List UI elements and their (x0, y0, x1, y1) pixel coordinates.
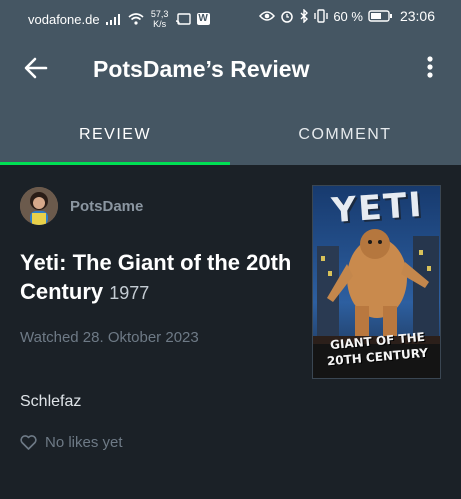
clock: 23:06 (399, 8, 435, 24)
status-bar: vodafone.de 57,3 K/s W 60 % 23:06 (0, 0, 461, 34)
battery-percent: 60 % (333, 8, 363, 24)
network-speed: 57,3 K/s (150, 9, 170, 29)
watched-date: Watched 28. Oktober 2023 (20, 329, 199, 346)
likes-row[interactable]: No likes yet (20, 434, 123, 451)
film-title[interactable]: Yeti: The Giant of the 20th Century (20, 250, 291, 304)
review-text: Schlefaz (20, 393, 82, 410)
heart-icon[interactable] (20, 435, 37, 450)
vibrate-icon (314, 9, 329, 23)
avatar-image (20, 187, 58, 225)
tab-comment[interactable]: COMMENT (230, 106, 460, 165)
cast-icon (175, 13, 191, 25)
signal-icon (105, 14, 120, 25)
film-title-block[interactable]: Yeti: The Giant of the 20th Century 1977 (20, 248, 295, 308)
status-bar-left: vodafone.de 57,3 K/s W (28, 9, 210, 29)
eye-icon (259, 11, 276, 21)
speed-unit: K/s (153, 19, 167, 29)
tab-bar: REVIEW COMMENT (0, 106, 461, 165)
wifi-icon (128, 13, 144, 25)
avatar[interactable] (20, 187, 58, 225)
status-bar-right: 60 % 23:06 (259, 8, 435, 24)
carrier-label: vodafone.de (28, 11, 100, 27)
speed-value: 57,3 (150, 9, 169, 19)
likes-count: No likes yet (45, 434, 123, 451)
battery-icon (368, 10, 392, 22)
review-content: PotsDame Yeti: The Giant of the 20th Cen… (0, 165, 461, 499)
film-poster[interactable]: YETI GIANT OF THE 20TH CENTURY (312, 185, 441, 379)
more-vert-icon[interactable] (420, 54, 440, 82)
film-year: 1977 (109, 283, 150, 303)
tab-review[interactable]: REVIEW (0, 106, 230, 165)
w-app-icon: W (196, 13, 210, 25)
review-author[interactable]: PotsDame (70, 198, 143, 215)
bluetooth-icon (300, 9, 309, 23)
app-bar: PotsDame’s Review (0, 34, 461, 106)
alarm-icon (281, 11, 294, 23)
page-title: PotsDame’s Review (93, 56, 310, 82)
arrow-back-icon[interactable] (22, 54, 50, 82)
